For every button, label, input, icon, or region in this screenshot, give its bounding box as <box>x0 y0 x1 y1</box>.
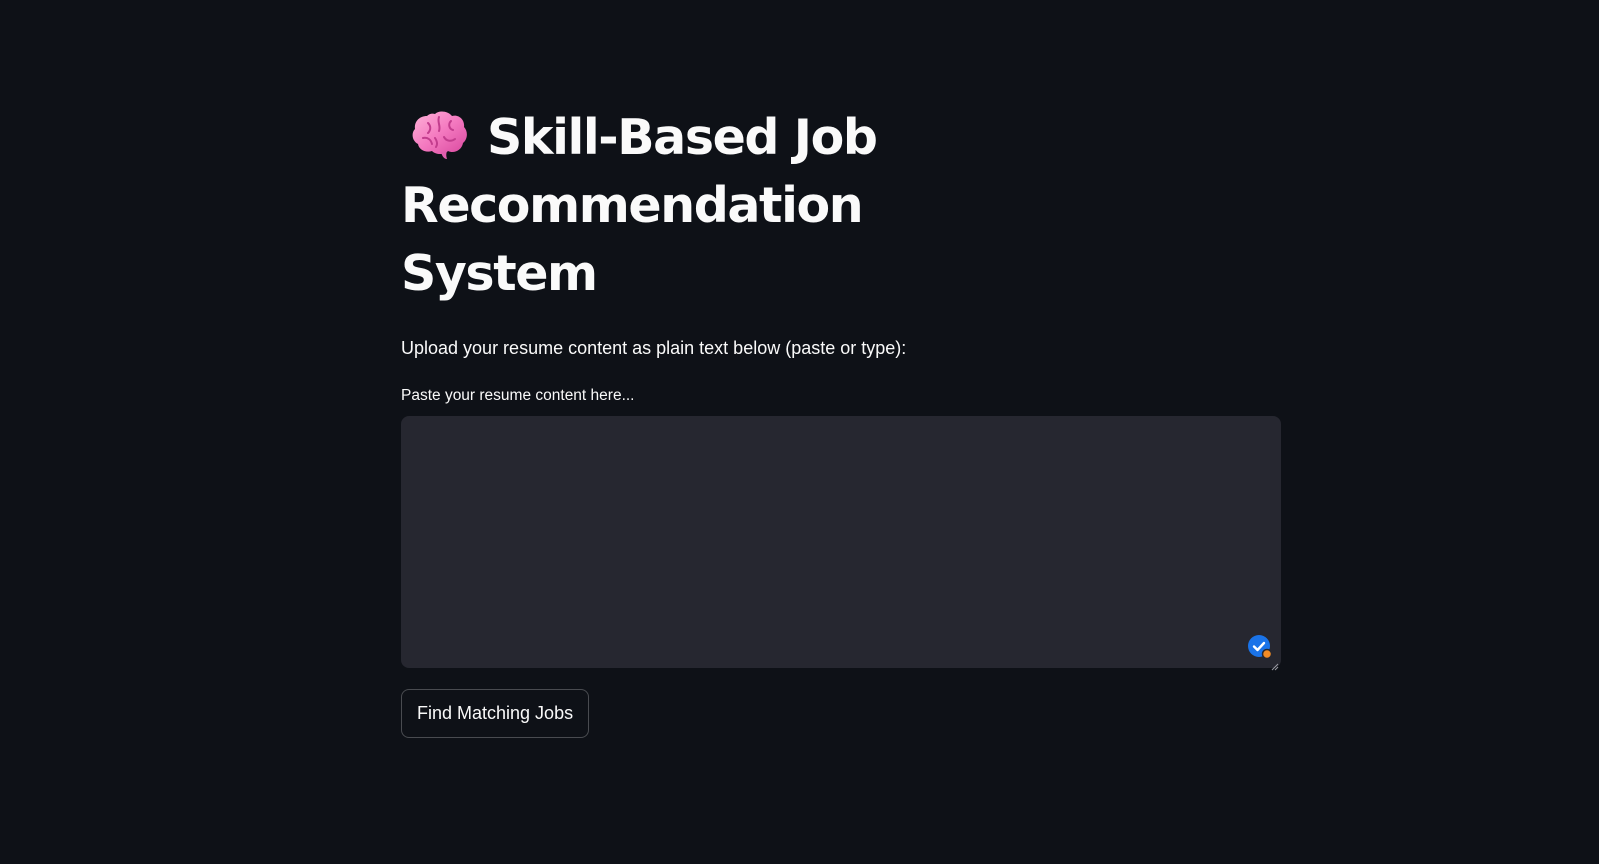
instructions-text: Upload your resume content as plain text… <box>401 338 907 358</box>
main-content: Skill-Based Job Recommendation System Up… <box>401 104 1281 738</box>
grammar-check-icon[interactable] <box>1247 634 1273 660</box>
page-title-text: Skill-Based Job Recommendation System <box>401 109 878 302</box>
find-matching-jobs-button[interactable]: Find Matching Jobs <box>401 689 590 738</box>
resume-textarea[interactable] <box>401 416 1281 668</box>
page-title: Skill-Based Job Recommendation System <box>401 104 1041 308</box>
brain-icon <box>411 108 469 160</box>
resize-handle-icon[interactable] <box>1271 658 1279 671</box>
resume-field-label: Paste your resume content here... <box>401 387 635 404</box>
resume-textarea-container <box>401 416 1281 671</box>
app-root: Skill-Based Job Recommendation System Up… <box>0 0 1599 864</box>
